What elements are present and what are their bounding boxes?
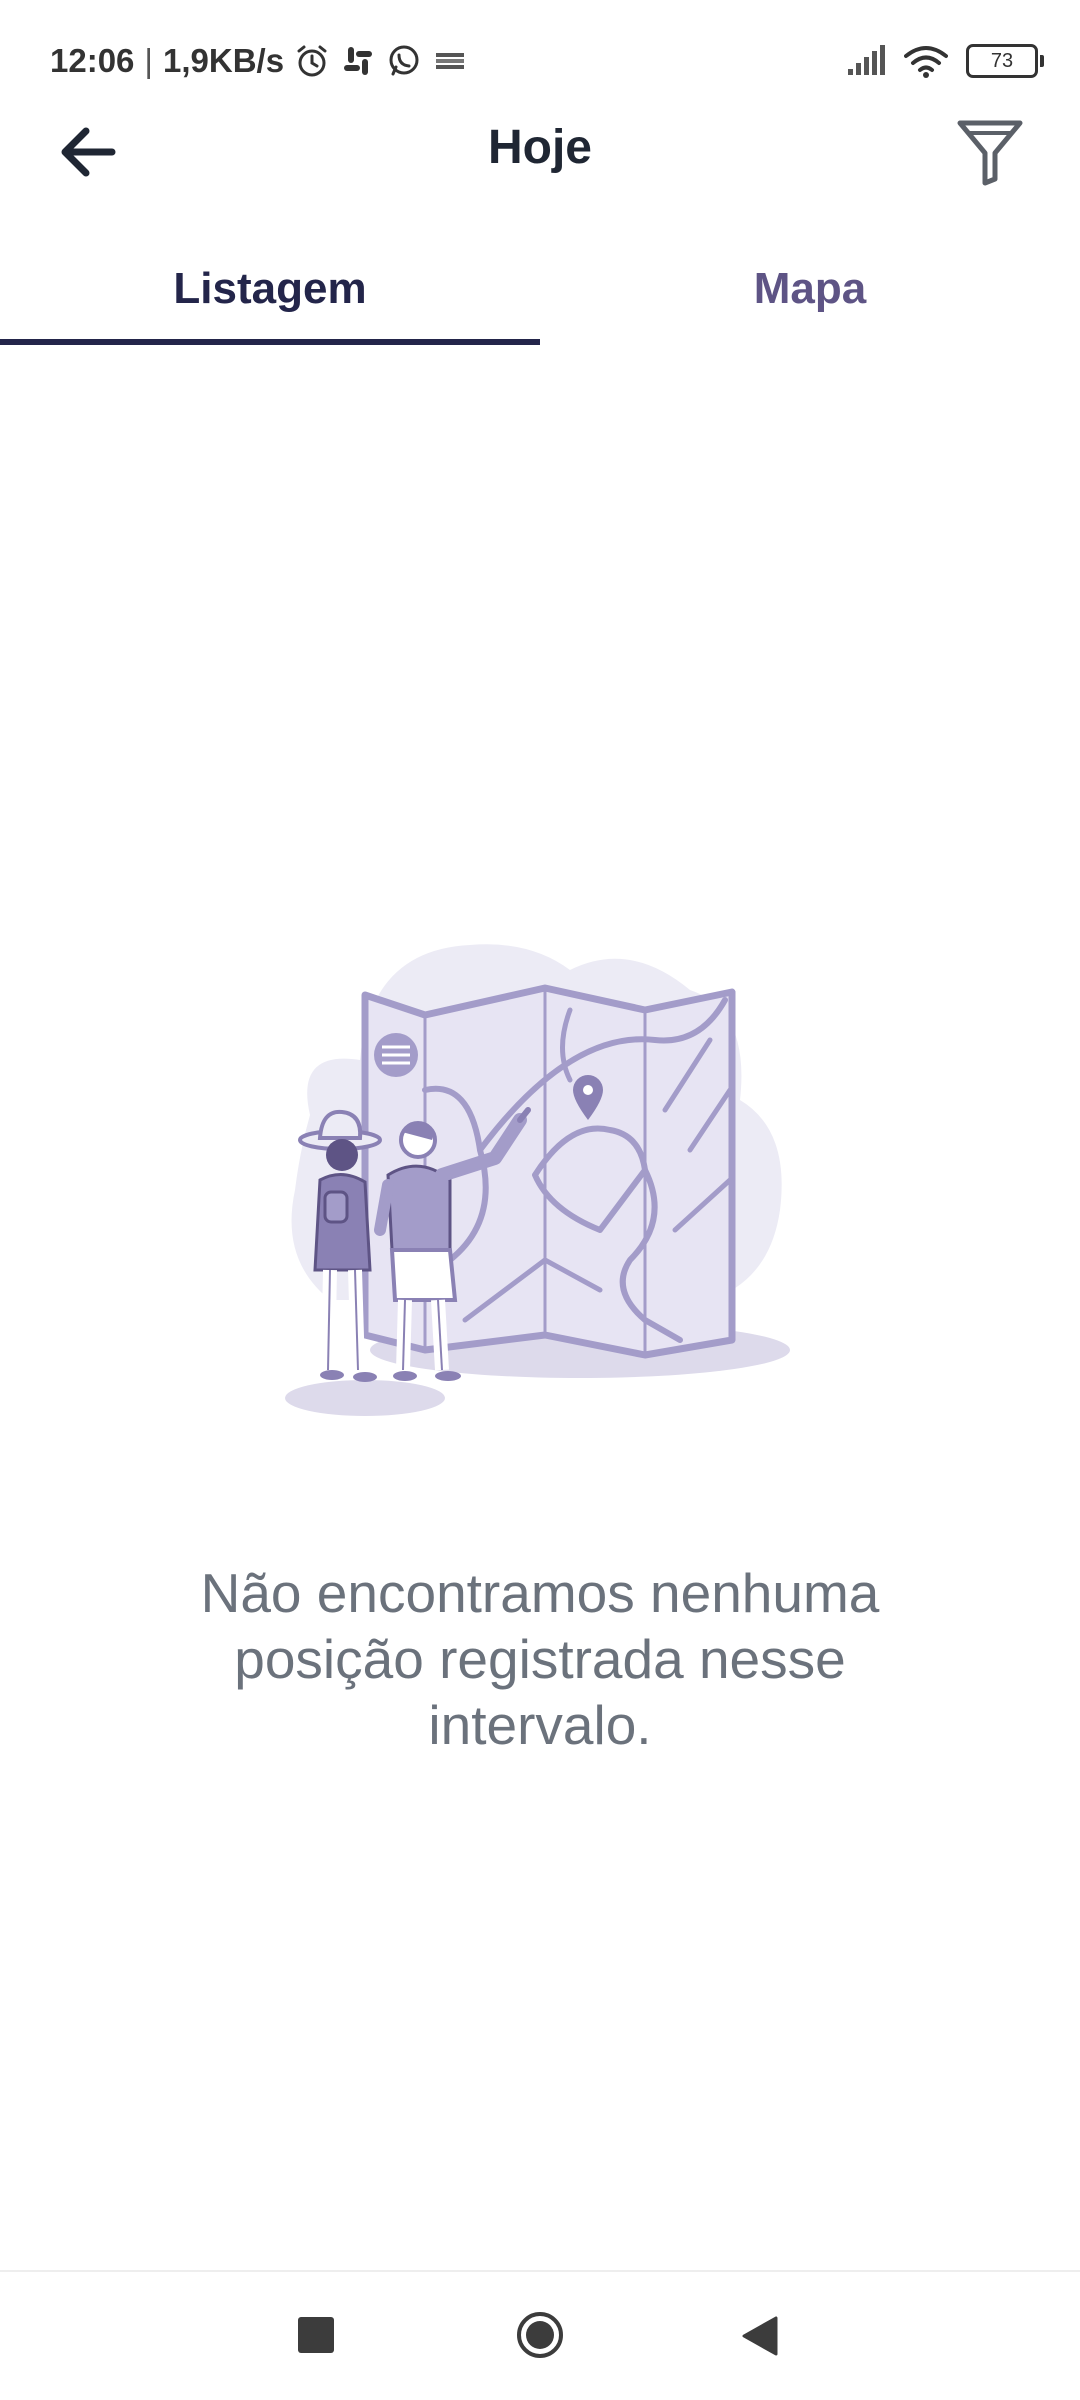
page-title: Hoje	[487, 121, 592, 174]
tab-indicator	[0, 339, 540, 345]
status-time: 12:06	[50, 42, 135, 79]
recents-icon[interactable]	[298, 2317, 334, 2353]
wifi-icon	[904, 46, 948, 78]
tab-bar: Listagem Mapa	[0, 230, 1080, 348]
tab-mapa[interactable]: Mapa	[540, 230, 1080, 348]
app-notification-icon	[436, 53, 465, 69]
slack-icon	[344, 47, 373, 75]
status-left: 12:06 | 1,9KB/s	[50, 42, 468, 80]
app-bar: Hoje	[0, 90, 1080, 210]
back-triangle-icon[interactable]	[740, 2314, 780, 2358]
status-separator: |	[144, 42, 153, 79]
signal-icon	[848, 45, 885, 75]
filter-button[interactable]	[948, 110, 1032, 194]
system-nav-bar	[0, 2272, 1080, 2400]
battery-level: 73	[990, 49, 1014, 72]
tab-listagem[interactable]: Listagem	[0, 230, 540, 348]
filter-icon	[957, 120, 1023, 186]
status-right: 73	[846, 44, 1044, 78]
people-looking-at-map-illustration	[285, 944, 790, 1416]
whatsapp-icon	[389, 45, 419, 76]
status-speed: 1,9KB/s	[162, 42, 285, 79]
home-icon[interactable]	[515, 2310, 565, 2360]
empty-state-message: Não encontramos nenhuma posição registra…	[200, 1562, 880, 1756]
battery-icon: 73	[966, 44, 1044, 78]
alarm-icon	[297, 45, 327, 77]
